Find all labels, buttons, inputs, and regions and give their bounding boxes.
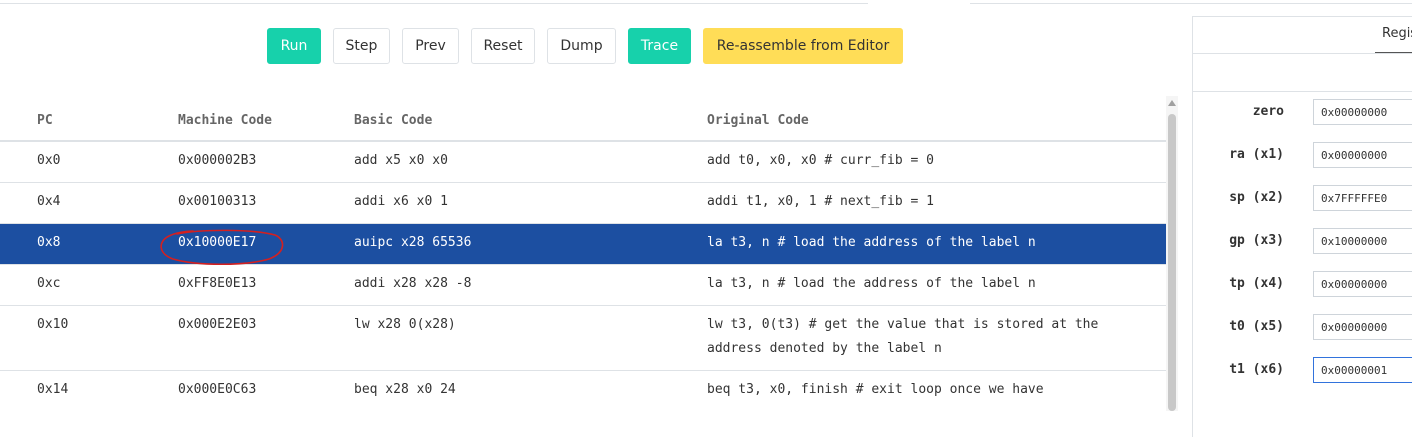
row-machine-code: 0x000002B3 — [178, 153, 257, 168]
row-basic-code: beq x28 x0 24 — [354, 382, 456, 397]
row-original-code: la t3, n # load the address of the label… — [707, 235, 1036, 250]
table-row[interactable]: 0x10 0x000E2E03 lw x28 0(x28) lw t3, 0(t… — [0, 306, 1166, 371]
register-name: sp (x2) — [1229, 190, 1284, 205]
run-button[interactable]: Run — [267, 28, 321, 64]
header-original-code: Original Code — [707, 113, 809, 128]
table-scrollbar[interactable] — [1166, 96, 1178, 411]
row-basic-code: addi x6 x0 1 — [354, 194, 448, 209]
row-basic-code: addi x28 x28 -8 — [354, 276, 472, 291]
register-name: tp (x4) — [1229, 276, 1284, 291]
row-basic-code: add x5 x0 x0 — [354, 153, 448, 168]
row-pc: 0xc — [37, 276, 61, 291]
row-machine-code: 0x00100313 — [178, 194, 257, 209]
row-pc: 0x14 — [37, 382, 69, 397]
row-original-code: add t0, x0, x0 # curr_fib = 0 — [707, 153, 934, 168]
row-machine-code: 0x000E2E03 — [178, 317, 257, 332]
top-tab-strip — [0, 0, 1412, 6]
step-button[interactable]: Step — [333, 28, 390, 64]
row-pc: 0x4 — [37, 194, 61, 209]
row-machine-code: 0x10000E17 — [178, 235, 257, 250]
row-pc: 0x0 — [37, 153, 61, 168]
register-name: gp (x3) — [1229, 233, 1284, 248]
table-header: PC Machine Code Basic Code Original Code — [0, 96, 1166, 142]
trace-button[interactable]: Trace — [628, 28, 691, 64]
tab-border-right — [970, 3, 1412, 4]
row-machine-code: 0xFF8E0E13 — [178, 276, 257, 291]
register-value-input[interactable] — [1313, 357, 1412, 383]
register-name: zero — [1252, 104, 1284, 119]
code-table: PC Machine Code Basic Code Original Code… — [0, 96, 1166, 411]
register-value-input[interactable] — [1313, 271, 1412, 297]
row-basic-code: auipc x28 65536 — [354, 235, 472, 250]
reset-button[interactable]: Reset — [471, 28, 535, 64]
register-row: t0 (x5) — [1192, 314, 1412, 354]
tab-registers[interactable]: Regis — [1382, 26, 1412, 41]
prev-button[interactable]: Prev — [402, 28, 459, 64]
register-row: zero — [1192, 99, 1412, 139]
scroll-up-arrow-icon[interactable] — [1168, 100, 1176, 106]
register-row: gp (x3) — [1192, 228, 1412, 268]
table-row[interactable]: 0x14 0x000E0C63 beq x28 x0 24 beq t3, x0… — [0, 371, 1166, 411]
header-pc: PC — [37, 113, 53, 128]
register-value-input[interactable] — [1313, 142, 1412, 168]
row-original-code: addi t1, x0, 1 # next_fib = 1 — [707, 194, 934, 209]
header-basic-code: Basic Code — [354, 113, 433, 128]
scrollbar-thumb[interactable] — [1168, 114, 1176, 411]
register-name: t1 (x6) — [1229, 362, 1284, 377]
row-pc: 0x8 — [37, 235, 61, 250]
register-row: sp (x2) — [1192, 185, 1412, 225]
dump-button[interactable]: Dump — [547, 28, 616, 64]
row-machine-code: 0x000E0C63 — [178, 382, 257, 397]
table-row[interactable]: 0x4 0x00100313 addi x6 x0 1 addi t1, x0,… — [0, 183, 1166, 224]
panel-divider — [1193, 91, 1412, 92]
row-original-code: lw t3, 0(t3) # get the value that is sto… — [707, 317, 1099, 356]
header-machine-code: Machine Code — [178, 113, 272, 128]
tab-divider — [1193, 53, 1412, 54]
register-row: ra (x1) — [1192, 142, 1412, 182]
register-name: ra (x1) — [1229, 147, 1284, 162]
table-row[interactable]: 0x0 0x000002B3 add x5 x0 x0 add t0, x0, … — [0, 142, 1166, 183]
register-value-input[interactable] — [1313, 314, 1412, 340]
register-value-input[interactable] — [1313, 228, 1412, 254]
reassemble-button[interactable]: Re-assemble from Editor — [703, 28, 903, 64]
row-pc: 0x10 — [37, 317, 69, 332]
row-basic-code: lw x28 0(x28) — [354, 317, 456, 332]
row-original-code: beq t3, x0, finish # exit loop once we h… — [707, 382, 1044, 397]
tab-border-left — [0, 3, 868, 4]
register-value-input[interactable] — [1313, 99, 1412, 125]
register-row: tp (x4) — [1192, 271, 1412, 311]
register-name: t0 (x5) — [1229, 319, 1284, 334]
register-row: t1 (x6) — [1192, 357, 1412, 397]
table-row-selected[interactable]: 0x8 0x10000E17 auipc x28 65536 la t3, n … — [0, 224, 1166, 265]
row-original-code: la t3, n # load the address of the label… — [707, 276, 1036, 291]
table-row[interactable]: 0xc 0xFF8E0E13 addi x28 x28 -8 la t3, n … — [0, 265, 1166, 306]
register-value-input[interactable] — [1313, 185, 1412, 211]
